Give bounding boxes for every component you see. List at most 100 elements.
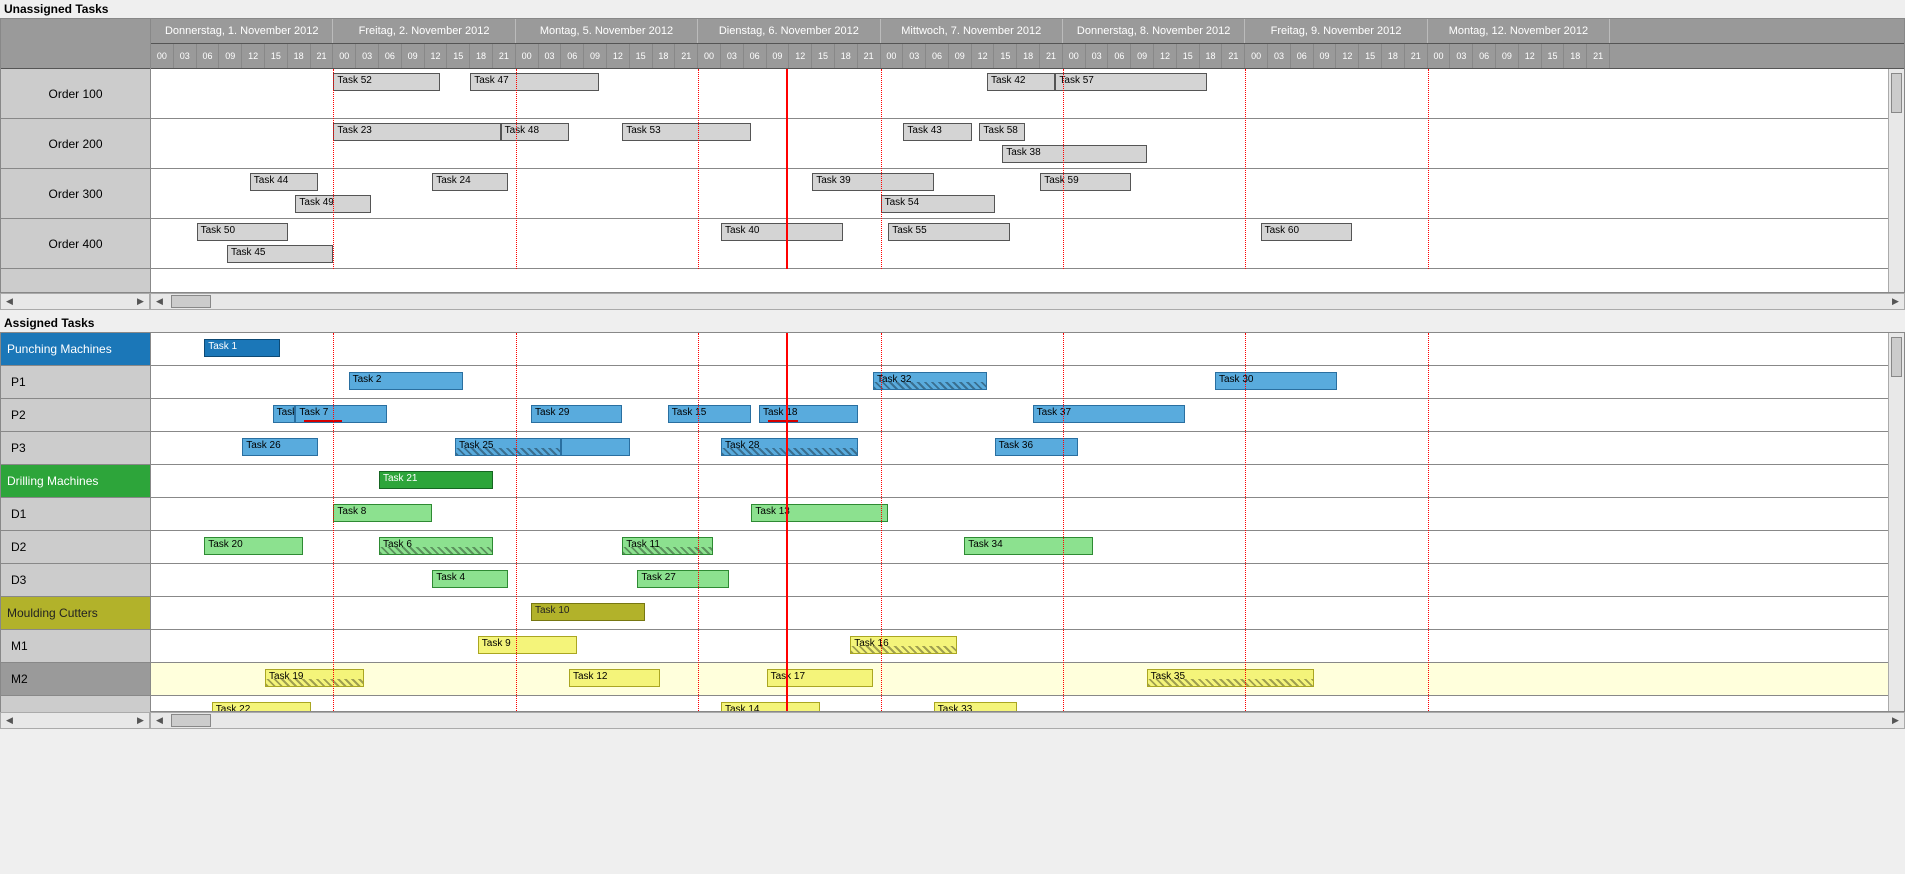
task-bar[interactable]: Task 14 xyxy=(721,702,820,711)
task-bar[interactable]: Task 7 xyxy=(295,405,386,423)
task-bar[interactable]: Task 50 xyxy=(197,223,288,241)
gantt-row[interactable]: Task 23Task 48 Task 53 Task 43 Task 58 Task … xyxy=(151,119,1904,169)
task-bar[interactable]: Task 39 xyxy=(812,173,934,191)
task-bar[interactable]: Task 47 xyxy=(470,73,599,91)
vscroll-unassigned[interactable] xyxy=(1888,69,1904,292)
gantt-row[interactable]: Task 10 xyxy=(151,597,1904,630)
order-row-label[interactable]: Order 300 xyxy=(1,169,150,219)
task-bar[interactable]: Task 54 xyxy=(881,195,995,213)
task-bar[interactable]: Task 36 xyxy=(995,438,1079,456)
order-row-label[interactable]: Order 200 xyxy=(1,119,150,169)
task-bar[interactable]: Task 34 xyxy=(964,537,1093,555)
gantt-row[interactable]: Task 2 Task 32 Task 30 xyxy=(151,366,1904,399)
task-bar[interactable]: Task 26 xyxy=(242,438,318,456)
task-bar[interactable]: Task 16 xyxy=(850,636,956,654)
resource-group-label[interactable]: Punching Machines xyxy=(1,333,150,366)
gantt-row[interactable]: Task 22 Task 14 Task 33 xyxy=(151,696,1904,711)
hour-tick: 15 xyxy=(1177,44,1200,68)
day-separator xyxy=(1428,69,1429,269)
resource-row-label[interactable]: P2 xyxy=(1,399,150,432)
task-bar[interactable]: Task 18 xyxy=(759,405,858,423)
task-bar[interactable]: Task 8 xyxy=(333,504,432,522)
task-bar[interactable]: Task 55 xyxy=(888,223,1010,241)
hour-tick: 12 xyxy=(1154,44,1177,68)
hour-tick: 00 xyxy=(1063,44,1086,68)
resource-row-label[interactable]: M2 xyxy=(1,663,150,696)
task-bar[interactable]: Task 24 xyxy=(432,173,508,191)
gantt-row[interactable]: Task 50 Task 45 Task 40 Task 55 Task 60 xyxy=(151,219,1904,269)
resource-row-label[interactable]: P1 xyxy=(1,366,150,399)
task-bar[interactable]: Task 20 xyxy=(204,537,303,555)
task-bar[interactable]: Task 52 xyxy=(333,73,439,91)
task-bar[interactable]: Task 19 xyxy=(265,669,364,687)
task-bar[interactable]: Task 4 xyxy=(432,570,508,588)
hour-tick: 03 xyxy=(1268,44,1291,68)
hscroll-right-assigned[interactable]: ◀▶ xyxy=(150,712,1905,729)
resource-row-label[interactable]: D3 xyxy=(1,564,150,597)
task-bar[interactable]: Task 48 xyxy=(501,123,569,141)
order-row-label[interactable]: Order 100 xyxy=(1,69,150,119)
gantt-row[interactable]: Task 4 Task 27 xyxy=(151,564,1904,597)
task-bar[interactable]: Task 13 xyxy=(751,504,888,522)
task-bar[interactable] xyxy=(561,438,629,456)
task-bar[interactable]: Task 59 xyxy=(1040,173,1131,191)
resource-row-label[interactable]: D2 xyxy=(1,531,150,564)
resource-group-label[interactable]: Moulding Cutters xyxy=(1,597,150,630)
task-bar[interactable]: Task 10 xyxy=(531,603,645,621)
gantt-row[interactable]: Task 52 Task 47 Task 42Task 57 xyxy=(151,69,1904,119)
gantt-row[interactable]: Task 26 Task 25 Task 28 Task 36 xyxy=(151,432,1904,465)
gantt-row[interactable]: Task 8 Task 13 xyxy=(151,498,1904,531)
task-bar[interactable]: Task 35 xyxy=(1147,669,1314,687)
task-bar[interactable]: Task 22 xyxy=(212,702,311,711)
task-bar[interactable]: Task 33 xyxy=(934,702,1018,711)
task-bar[interactable]: Task 27 xyxy=(637,570,728,588)
resource-group-label[interactable]: Drilling Machines xyxy=(1,465,150,498)
gantt-row[interactable]: Task 9 Task 16 xyxy=(151,630,1904,663)
hscroll-right-unassigned[interactable]: ◀▶ xyxy=(150,293,1905,310)
resource-row-label[interactable]: D1 xyxy=(1,498,150,531)
resource-row-label[interactable]: M1 xyxy=(1,630,150,663)
task-bar[interactable]: Task 40 xyxy=(721,223,843,241)
gantt-row[interactable]: Task 19 Task 12 Task 17 Task 35 xyxy=(151,663,1904,696)
task-bar[interactable]: Task 30 xyxy=(1215,372,1337,390)
task-bar[interactable]: Task 58 xyxy=(979,123,1025,141)
hour-tick: 03 xyxy=(903,44,926,68)
task-bar[interactable]: Task 43 xyxy=(903,123,971,141)
gantt-row[interactable]: Task 1 xyxy=(151,333,1904,366)
task-bar[interactable]: Task 17 xyxy=(767,669,873,687)
order-row-label[interactable]: Order 400 xyxy=(1,219,150,269)
task-bar[interactable]: Task 11 xyxy=(622,537,713,555)
task-bar[interactable]: Task 45 xyxy=(227,245,333,263)
task-bar[interactable]: Task 42 xyxy=(987,73,1055,91)
task-bar[interactable]: Task 6 xyxy=(379,537,493,555)
task-bar[interactable]: Task 12 xyxy=(569,669,660,687)
hscroll-left-assigned[interactable]: ◀▶ xyxy=(0,712,150,729)
task-bar[interactable]: Task 32 xyxy=(873,372,987,390)
task-bar[interactable]: Task 2 xyxy=(349,372,463,390)
hscroll-left-unassigned[interactable]: ◀▶ xyxy=(0,293,150,310)
resource-row-label[interactable]: P3 xyxy=(1,432,150,465)
task-bar[interactable]: Task 38 xyxy=(1002,145,1146,163)
task-bar[interactable]: Task 29 xyxy=(531,405,622,423)
gantt-row[interactable]: Task 44Task 49Task 24Task 39Task 54Task … xyxy=(151,169,1904,219)
task-bar[interactable]: Task 25 xyxy=(455,438,561,456)
day-separator xyxy=(333,69,334,269)
hour-tick: 00 xyxy=(516,44,539,68)
task-bar[interactable]: Task 21 xyxy=(379,471,493,489)
task-bar[interactable]: Task 1 xyxy=(204,339,280,357)
vscroll-assigned[interactable] xyxy=(1888,333,1904,711)
hour-tick: 18 xyxy=(1200,44,1223,68)
task-bar[interactable]: Task 15 xyxy=(668,405,752,423)
task-bar[interactable]: Task 53 xyxy=(622,123,751,141)
task-bar[interactable]: Task 23 xyxy=(333,123,500,141)
task-bar[interactable]: Task 9 xyxy=(478,636,577,654)
task-bar[interactable]: Task 57 xyxy=(1055,73,1207,91)
task-bar[interactable]: Task 44 xyxy=(250,173,318,191)
gantt-row[interactable]: Task 21 xyxy=(151,465,1904,498)
task-bar[interactable]: Task 28 xyxy=(721,438,858,456)
task-bar[interactable]: Task 37 xyxy=(1033,405,1185,423)
task-bar[interactable]: Task 60 xyxy=(1261,223,1352,241)
gantt-row[interactable]: Task 20 Task 6 Task 11 Task 34 xyxy=(151,531,1904,564)
gantt-row[interactable]: Task 3Task 7 Task 29 Task 15 Task 18 Task 37 xyxy=(151,399,1904,432)
task-bar[interactable]: Task 3 xyxy=(273,405,296,423)
